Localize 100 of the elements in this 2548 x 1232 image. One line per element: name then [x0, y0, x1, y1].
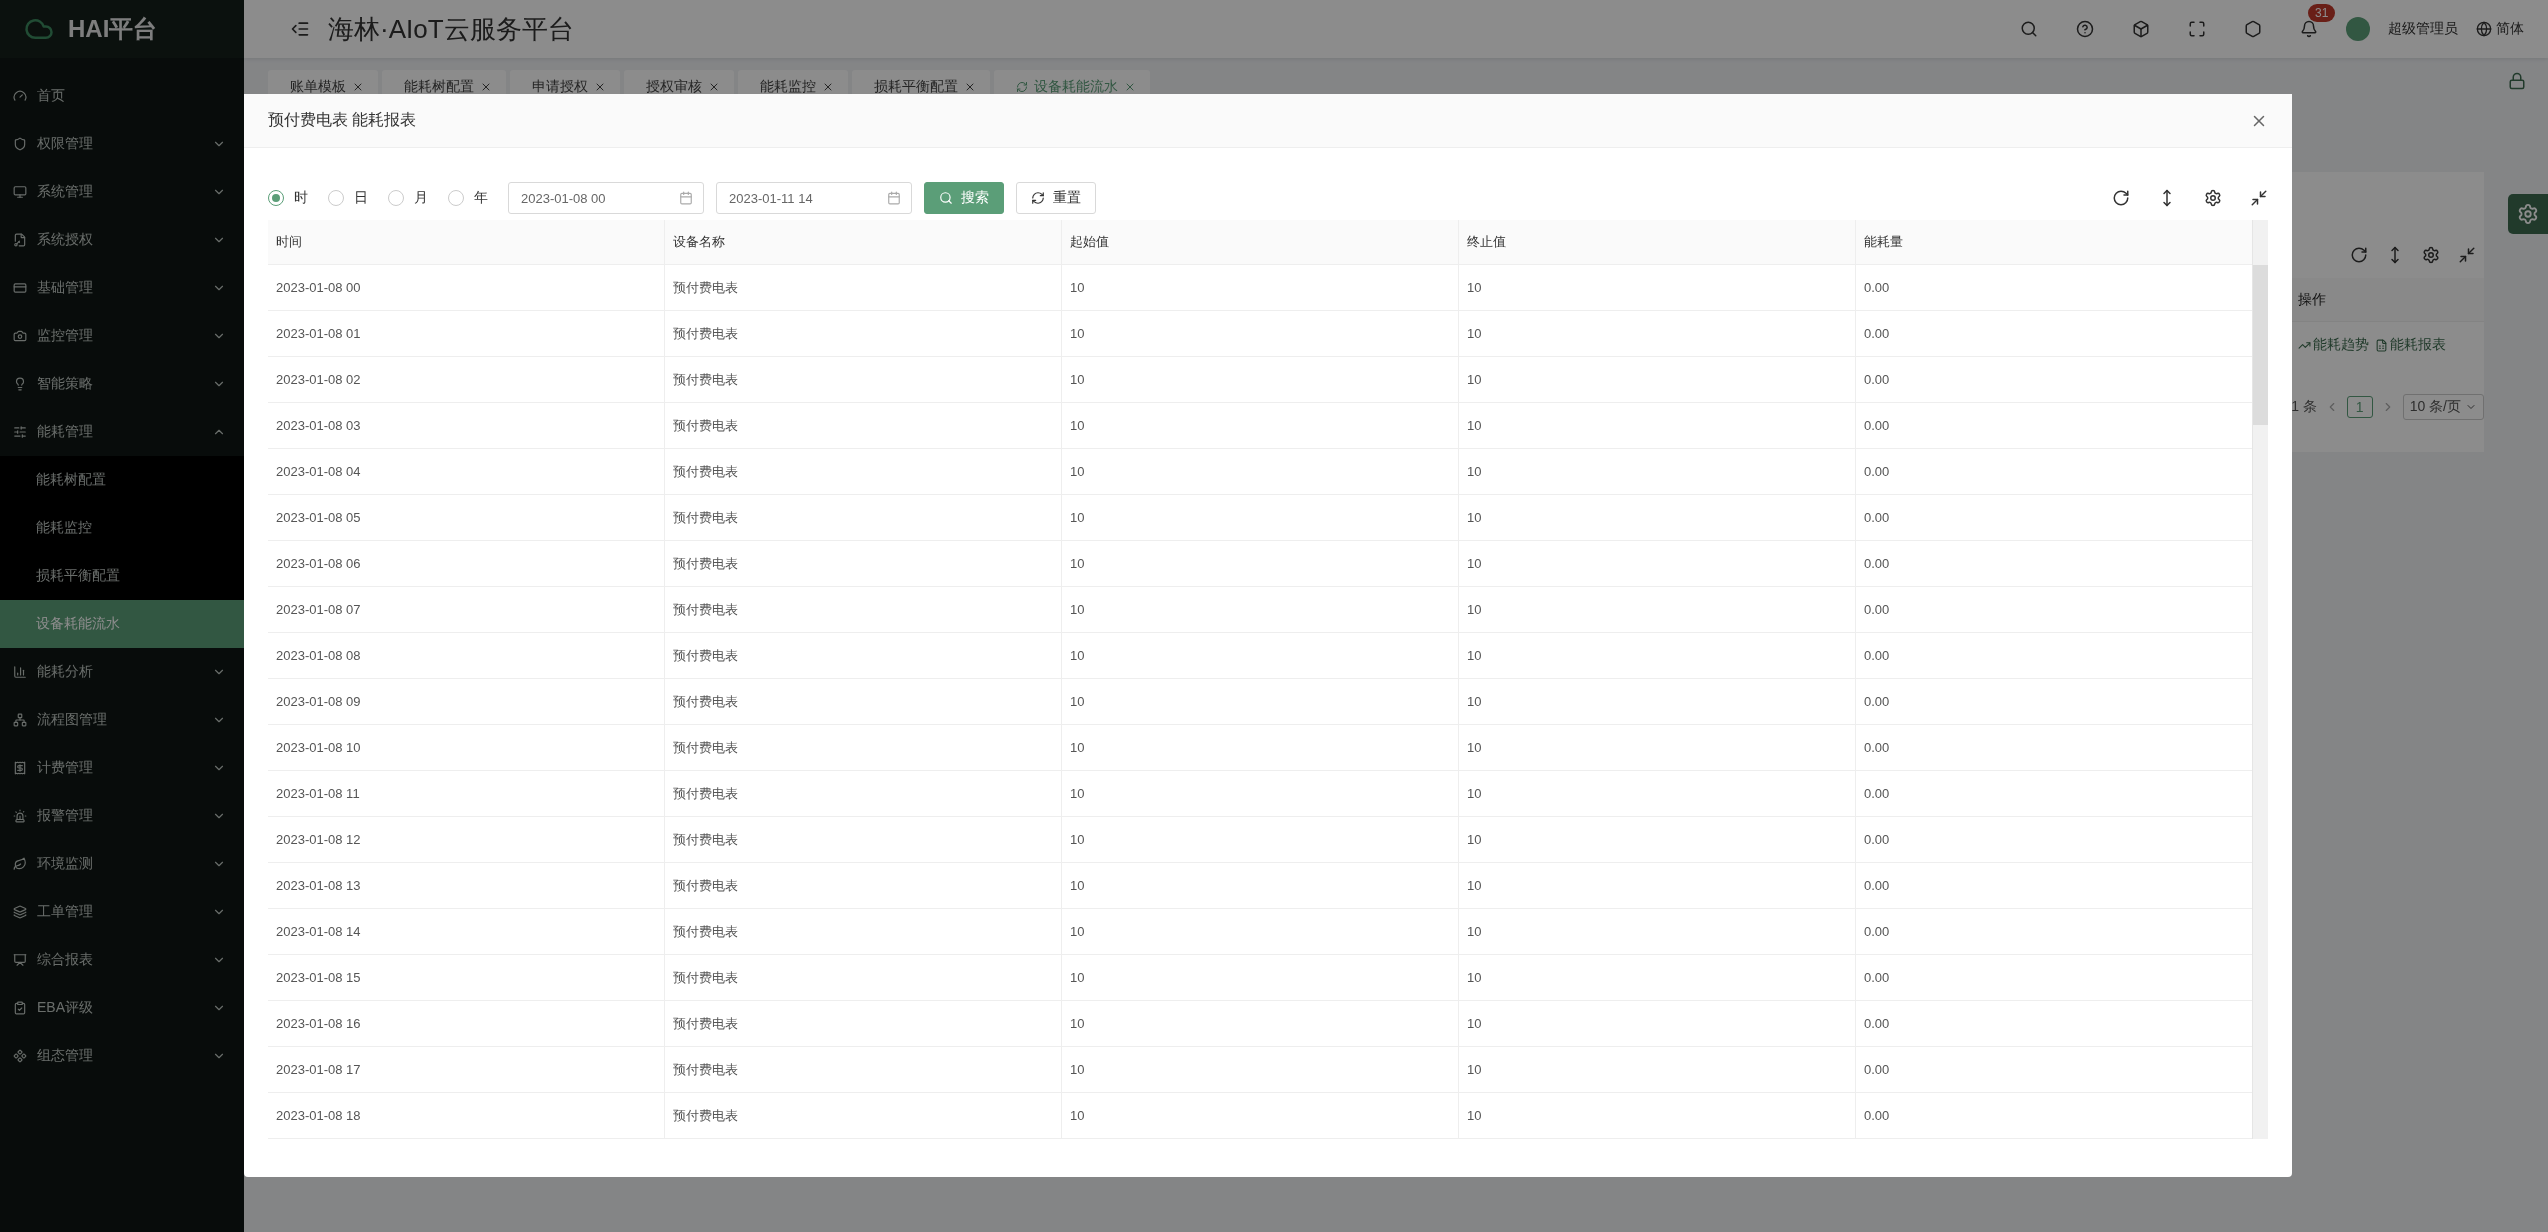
trend-link[interactable]: 能耗趋势: [2298, 336, 2369, 354]
page-number[interactable]: 1: [2346, 396, 2373, 418]
calendar-icon: [887, 191, 901, 205]
table-cell: 10: [1062, 679, 1459, 724]
submenu-item[interactable]: 能耗树配置: [0, 456, 244, 504]
column-header: 起始值: [1062, 220, 1459, 264]
avatar[interactable]: [2346, 17, 2370, 41]
close-icon[interactable]: [822, 81, 834, 93]
submenu-item[interactable]: 损耗平衡配置: [0, 552, 244, 600]
menu-item[interactable]: 能耗分析: [0, 648, 244, 696]
globe-icon[interactable]: [2476, 21, 2492, 37]
submenu-item[interactable]: 设备耗能流水: [0, 600, 244, 648]
menu-item[interactable]: 流程图管理: [0, 696, 244, 744]
close-icon[interactable]: [1124, 81, 1136, 93]
menu-item[interactable]: 首页: [0, 72, 244, 120]
menu-item[interactable]: 报警管理: [0, 792, 244, 840]
table-cell: 2023-01-08 03: [268, 403, 665, 448]
fullscreen-icon[interactable]: [2188, 20, 2206, 38]
table-cell: 预付费电表: [665, 817, 1062, 862]
menu-item[interactable]: 系统授权: [0, 216, 244, 264]
table-cell: 预付费电表: [665, 265, 1062, 310]
menu-icon: [13, 137, 27, 151]
search-icon: [939, 191, 953, 205]
lock-icon[interactable]: [2508, 72, 2526, 90]
menu-item[interactable]: 计费管理: [0, 744, 244, 792]
table-cell: 10: [1062, 495, 1459, 540]
close-icon[interactable]: [594, 81, 606, 93]
close-icon[interactable]: [708, 81, 720, 93]
search-icon[interactable]: [2020, 20, 2038, 38]
menu-icon: [13, 953, 27, 967]
menu-item[interactable]: 综合报表: [0, 936, 244, 984]
menu-item[interactable]: 能耗管理: [0, 408, 244, 456]
total-count: 1 条: [2291, 398, 2317, 416]
cube-icon[interactable]: [2132, 20, 2150, 38]
table-cell: 10: [1459, 449, 1856, 494]
user-name[interactable]: 超级管理员: [2388, 20, 2458, 38]
close-icon[interactable]: [480, 81, 492, 93]
table-cell: 预付费电表: [665, 311, 1062, 356]
table-cell: 10: [1459, 909, 1856, 954]
column-header: 时间: [268, 220, 665, 264]
menu-icon: [13, 713, 27, 727]
radio-label: 年: [474, 189, 488, 207]
settings-button[interactable]: [2508, 194, 2548, 234]
table-cell: 10: [1062, 633, 1459, 678]
radio-option[interactable]: 日: [328, 189, 368, 207]
table-cell: 10: [1062, 955, 1459, 1000]
table-cell: 10: [1062, 311, 1459, 356]
table-cell: 预付费电表: [665, 541, 1062, 586]
reload-icon[interactable]: [2112, 189, 2130, 207]
reset-button[interactable]: 重置: [1016, 182, 1096, 214]
fullscreen-icon[interactable]: [2250, 189, 2268, 207]
reload-icon[interactable]: [2350, 246, 2368, 264]
help-icon[interactable]: [2076, 20, 2094, 38]
menu-item[interactable]: 基础管理: [0, 264, 244, 312]
menu-item[interactable]: EBA评级: [0, 984, 244, 1032]
fullscreen-icon[interactable]: [2458, 246, 2476, 264]
radio-option[interactable]: 时: [268, 189, 308, 207]
menu-icon: [13, 761, 27, 775]
menu-icon: [13, 329, 27, 343]
table-cell: 预付费电表: [665, 863, 1062, 908]
menu-toggle-icon[interactable]: [290, 19, 310, 39]
table-cell: 10: [1459, 495, 1856, 540]
table-cell: 2023-01-08 16: [268, 1001, 665, 1046]
table-cell: 2023-01-08 05: [268, 495, 665, 540]
menu-item[interactable]: 系统管理: [0, 168, 244, 216]
end-date-field[interactable]: 2023-01-11 14: [716, 182, 912, 214]
table-cell: 10: [1062, 1047, 1459, 1092]
settings-icon[interactable]: [2204, 189, 2222, 207]
menu-icon: [13, 281, 27, 295]
table-cell: 10: [1062, 1001, 1459, 1046]
table-cell: 预付费电表: [665, 679, 1062, 724]
table-cell: 10: [1062, 1093, 1459, 1138]
language-label[interactable]: 简体: [2496, 20, 2524, 38]
submenu-item[interactable]: 能耗监控: [0, 504, 244, 552]
search-button[interactable]: 搜索: [924, 182, 1004, 214]
table-cell: 2023-01-08 01: [268, 311, 665, 356]
radio-option[interactable]: 月: [388, 189, 428, 207]
close-icon[interactable]: [964, 81, 976, 93]
menu-item[interactable]: 工单管理: [0, 888, 244, 936]
menu-icon: [13, 809, 27, 823]
menu-item[interactable]: 监控管理: [0, 312, 244, 360]
table-cell: 2023-01-08 15: [268, 955, 665, 1000]
settings-icon[interactable]: [2422, 246, 2440, 264]
table-cell: 10: [1459, 1001, 1856, 1046]
table-cell: 10: [1459, 863, 1856, 908]
hexagon-icon[interactable]: [2244, 20, 2262, 38]
menu-item[interactable]: 环境监测: [0, 840, 244, 888]
menu-item[interactable]: 智能策略: [0, 360, 244, 408]
page-size-select[interactable]: 10 条/页: [2402, 394, 2484, 420]
table-cell: 2023-01-08 11: [268, 771, 665, 816]
table-cell: 2023-01-08 08: [268, 633, 665, 678]
radio-option[interactable]: 年: [448, 189, 488, 207]
menu-item[interactable]: 组态管理: [0, 1032, 244, 1080]
column-header: 设备名称: [665, 220, 1062, 264]
scrollbar[interactable]: [2252, 220, 2268, 1139]
start-date-field[interactable]: 2023-01-08 00: [508, 182, 704, 214]
close-icon[interactable]: [352, 81, 364, 93]
bell-icon[interactable]: [2300, 20, 2318, 38]
report-link[interactable]: 能耗报表: [2375, 336, 2446, 354]
menu-item[interactable]: 权限管理: [0, 120, 244, 168]
